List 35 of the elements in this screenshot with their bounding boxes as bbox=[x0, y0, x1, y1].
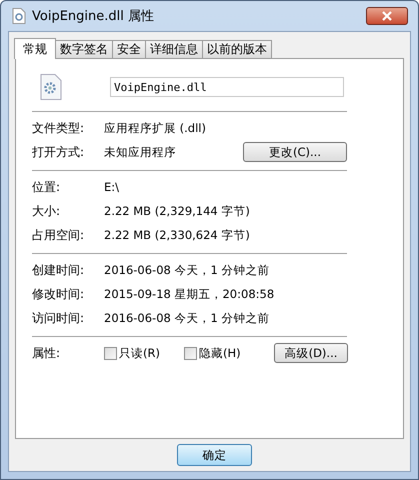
field-label: 占用空间: bbox=[32, 226, 86, 244]
change-button[interactable]: 更改(C)... bbox=[243, 142, 347, 162]
file-gear-icon bbox=[40, 74, 62, 100]
checkbox[interactable] bbox=[184, 346, 197, 360]
ok-button[interactable]: 确定 bbox=[177, 444, 252, 466]
field-label: 文件类型: bbox=[32, 120, 86, 136]
checkbox[interactable] bbox=[104, 346, 117, 360]
field-value: 未知应用程序 bbox=[104, 144, 176, 160]
tab[interactable]: 常规 bbox=[14, 38, 56, 59]
advanced-button[interactable]: 高级(D)... bbox=[274, 343, 348, 363]
field-value: 2016-06-08 今天，1 分钟之前 bbox=[104, 262, 270, 278]
field-label: 修改时间: bbox=[32, 286, 86, 302]
field-label: 位置: bbox=[32, 178, 62, 196]
field-label: 访问时间: bbox=[32, 310, 86, 326]
field-label: 大小: bbox=[32, 202, 62, 220]
field-label: 属性: bbox=[32, 344, 62, 362]
checkbox-label[interactable]: 隐藏(H) bbox=[199, 346, 241, 360]
field-value: 2.22 MB (2,329,144 字节) bbox=[104, 204, 250, 218]
tab[interactable]: 以前的版本 bbox=[202, 40, 272, 58]
field-label: 创建时间: bbox=[32, 262, 86, 278]
file-name-field[interactable]: VoipEngine.dll bbox=[110, 77, 344, 97]
close-icon bbox=[382, 11, 392, 21]
close-button[interactable] bbox=[366, 7, 408, 25]
window-title: VoipEngine.dll 属性 bbox=[32, 8, 154, 25]
field-label: 打开方式: bbox=[32, 144, 86, 160]
tab[interactable]: 详细信息 bbox=[145, 40, 203, 58]
file-icon bbox=[12, 8, 26, 24]
checkbox-label[interactable]: 只读(R) bbox=[119, 346, 160, 360]
tab[interactable]: 数字签名 bbox=[55, 40, 113, 58]
tab[interactable]: 安全 bbox=[112, 40, 146, 58]
field-value: 应用程序扩展 (.dll) bbox=[104, 120, 206, 136]
field-value: 2.22 MB (2,330,624 字节) bbox=[104, 228, 250, 242]
field-value: 2016-06-08 今天，1 分钟之前 bbox=[104, 310, 270, 326]
field-value: 2015-09-18 星期五，20:08:58 bbox=[104, 286, 274, 302]
field-value: E:\ bbox=[104, 180, 120, 194]
